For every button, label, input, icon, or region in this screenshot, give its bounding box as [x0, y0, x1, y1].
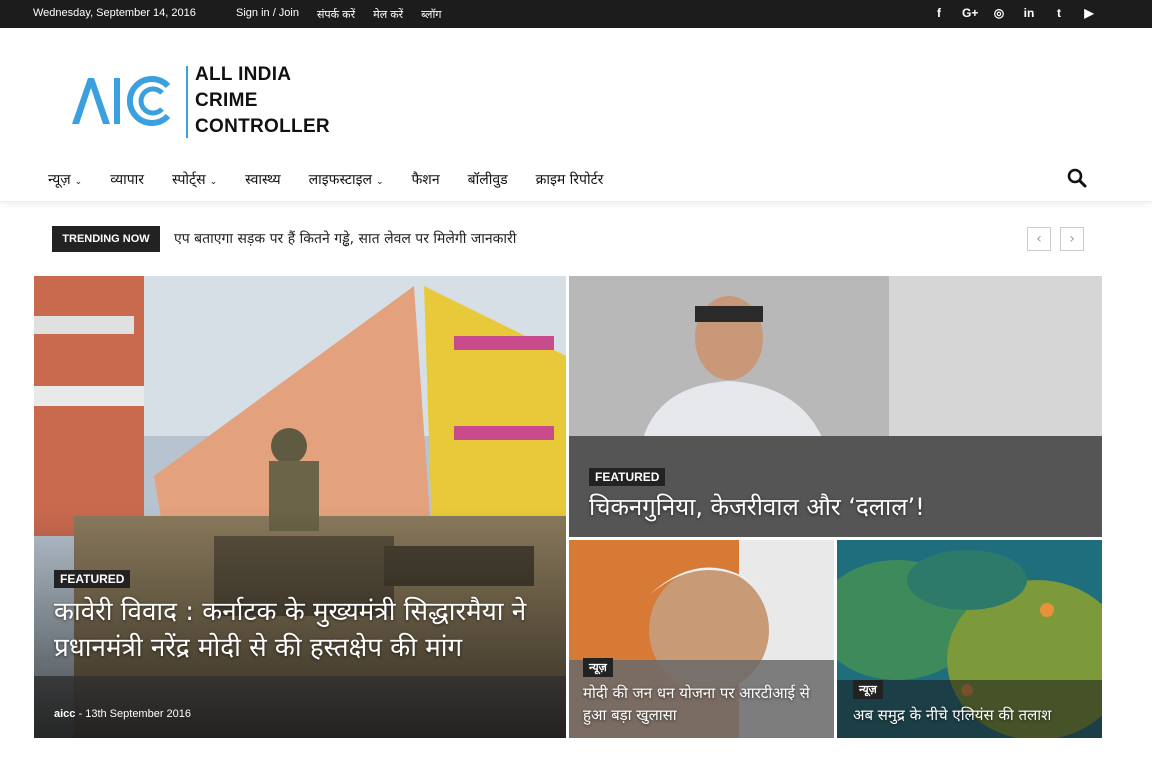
- featured-article-large[interactable]: FEATURED कावेरी विवाद : कर्नाटक के मुख्य…: [34, 276, 566, 738]
- blog-link[interactable]: ब्लॉग: [421, 7, 441, 22]
- top-bar: Wednesday, September 14, 2016 Sign in / …: [0, 0, 1152, 28]
- article-meta: aicc - 13th September 2016: [54, 708, 191, 720]
- aicc-logo-mark: [72, 76, 171, 126]
- nav-item-7[interactable]: क्राइम रिपोर्टर: [536, 170, 604, 189]
- sign-in-join-link[interactable]: Sign in / Join: [236, 7, 299, 22]
- logo-line-3: CONTROLLER: [195, 116, 330, 137]
- trending-label: TRENDING NOW: [52, 226, 160, 252]
- article-title[interactable]: मोदी की जन धन योजना पर आरटीआई से हुआ बड़…: [583, 682, 828, 726]
- article-card-ocean[interactable]: न्यूज़ अब समुद्र के नीचे एलियंस की तलाश: [837, 540, 1102, 738]
- nav-items: न्यूज़ ⌄ व्यापार स्पोर्ट्स ⌄ स्वास्थ्य लाइफस्ट…: [48, 170, 631, 189]
- nav-item-4[interactable]: लाइफस्टाइल ⌄: [309, 170, 384, 189]
- chevron-down-icon: ⌄: [209, 177, 218, 187]
- social-links: f G+ ◎ in t ▶: [932, 6, 1096, 20]
- article-title[interactable]: अब समुद्र के नीचे एलियंस की तलाश: [853, 704, 1098, 726]
- nav-item-6[interactable]: बॉलीवुड: [468, 170, 508, 189]
- article-title[interactable]: चिकनगुनिया, केजरीवाल और ‘दलाल’!: [589, 490, 1089, 524]
- nav-item-2[interactable]: स्पोर्ट्स ⌄: [172, 170, 217, 189]
- nav-item-3[interactable]: स्वास्थ्य: [245, 170, 281, 189]
- google-plus-icon[interactable]: G+: [962, 6, 978, 20]
- site-logo[interactable]: ALL INDIA CRIME CONTROLLER: [70, 62, 350, 142]
- current-date: Wednesday, September 14, 2016: [33, 7, 196, 19]
- nav-item-label: व्यापार: [110, 172, 145, 188]
- nav-item-label: फैशन: [411, 172, 440, 188]
- nav-item-5[interactable]: फैशन: [412, 170, 440, 189]
- nav-item-label: न्यूज़: [48, 172, 71, 188]
- main-nav: न्यूज़ ⌄ व्यापार स्पोर्ट्स ⌄ स्वास्थ्य लाइफस्ट…: [0, 158, 1152, 202]
- search-icon[interactable]: [1066, 167, 1088, 189]
- nav-item-0[interactable]: न्यूज़ ⌄: [48, 170, 82, 189]
- mail-link[interactable]: मेल करें: [373, 7, 403, 22]
- trending-bar: TRENDING NOW एप बताएगा सड़क पर हैं कितने…: [52, 226, 1086, 252]
- trending-headline[interactable]: एप बताएगा सड़क पर हैं कितने गड्ढे, सात ल…: [174, 229, 516, 248]
- chevron-down-icon: ⌄: [375, 177, 384, 187]
- nav-item-label: बॉलीवुड: [467, 172, 508, 188]
- logo-text: ALL INDIA CRIME CONTROLLER: [195, 62, 330, 140]
- article-date: 13th September 2016: [85, 708, 192, 720]
- nav-item-1[interactable]: व्यापार: [110, 170, 144, 189]
- instagram-icon[interactable]: ◎: [992, 6, 1006, 20]
- facebook-icon[interactable]: f: [932, 6, 946, 20]
- news-tag[interactable]: न्यूज़: [583, 658, 613, 677]
- nav-item-label: क्राइम रिपोर्टर: [535, 172, 604, 188]
- article-card-modi[interactable]: न्यूज़ मोदी की जन धन योजना पर आरटीआई से …: [569, 540, 834, 738]
- nav-item-label: स्पोर्ट्स: [172, 172, 206, 188]
- chevron-down-icon: ⌄: [74, 177, 83, 187]
- logo-divider: [186, 66, 188, 138]
- linkedin-icon[interactable]: in: [1022, 6, 1036, 20]
- contact-link[interactable]: संपर्क करें: [317, 7, 355, 22]
- featured-tag[interactable]: FEATURED: [54, 570, 131, 588]
- nav-item-label: लाइफस्टाइल: [308, 172, 372, 188]
- featured-tag[interactable]: FEATURED: [589, 468, 666, 486]
- featured-article-kejriwal[interactable]: FEATURED चिकनगुनिया, केजरीवाल और ‘दलाल’!: [569, 276, 1102, 537]
- article-author[interactable]: aicc: [54, 708, 75, 720]
- article-title[interactable]: कावेरी विवाद : कर्नाटक के मुख्यमंत्री सि…: [54, 594, 534, 666]
- meta-separator: -: [78, 708, 83, 720]
- twitter-icon[interactable]: t: [1052, 6, 1066, 20]
- trending-prev-button[interactable]: ‹: [1027, 227, 1051, 251]
- top-links: Sign in / Join संपर्क करें मेल करें ब्लॉ…: [236, 7, 442, 22]
- nav-item-label: स्वास्थ्य: [245, 172, 281, 188]
- news-tag[interactable]: न्यूज़: [853, 680, 883, 699]
- logo-line-1: ALL INDIA: [195, 64, 292, 85]
- logo-line-2: CRIME: [195, 90, 258, 111]
- youtube-icon[interactable]: ▶: [1082, 6, 1096, 20]
- trending-next-button[interactable]: ›: [1060, 227, 1084, 251]
